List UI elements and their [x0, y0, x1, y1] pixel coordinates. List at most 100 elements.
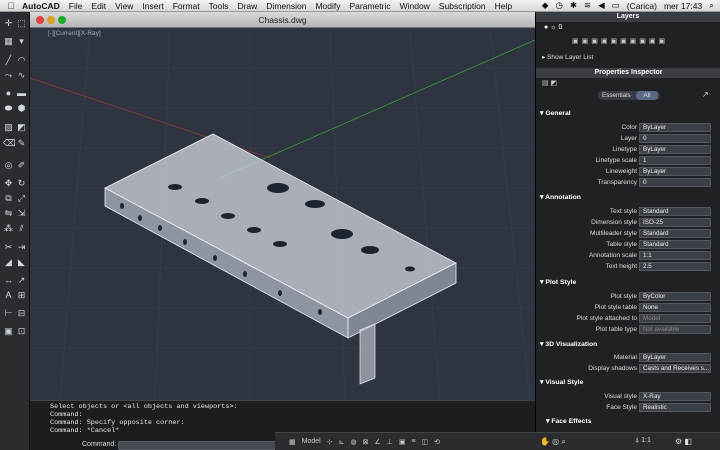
prop-table-style-value[interactable]: Standard [639, 240, 711, 249]
move-cross-icon[interactable]: ✛ [3, 18, 14, 29]
menu-parametric[interactable]: Parametric [350, 1, 391, 11]
erase-icon[interactable]: ⌫ [3, 138, 16, 149]
trim-icon[interactable]: ✂ [3, 242, 14, 253]
select-icon[interactable]: ⬚ [16, 18, 27, 29]
offset-icon[interactable]: ⫽ [16, 223, 27, 234]
polygon-icon[interactable]: ⬢ [16, 103, 27, 114]
chassis-model[interactable] [104, 133, 457, 385]
ucs-icon[interactable]: ⊥ [387, 438, 393, 446]
hatch-icon[interactable]: ▨ [3, 122, 14, 133]
transparency-icon[interactable]: ◫ [422, 438, 429, 446]
line-icon[interactable]: ╱ [3, 55, 14, 66]
section-annotation[interactable]: ▾ Annotation [540, 193, 581, 201]
inspector-view-icons[interactable]: ▤ ◩ [542, 79, 557, 87]
section-visual-style[interactable]: ▾ Visual Style [540, 378, 583, 386]
workspace-icon[interactable]: ⚙ ◧ [675, 437, 692, 446]
menu-modify[interactable]: Modify [315, 1, 340, 11]
arc-icon[interactable]: ◠ [16, 55, 27, 66]
menu-app-autocad[interactable]: AutoCAD [22, 1, 60, 11]
layer-tools-row[interactable]: ▣▣▣▣▣▣▣▣▣▣ [572, 37, 668, 45]
show-layer-list[interactable]: ▸ Show Layer List [542, 53, 593, 61]
menu-subscription[interactable]: Subscription [439, 1, 486, 11]
menu-file[interactable]: File [69, 1, 83, 11]
array-icon[interactable]: ⁂ [3, 223, 14, 234]
section-face-effects[interactable]: ▾ Face Effects [546, 417, 591, 425]
osnap-icon[interactable]: ⊠ [363, 438, 369, 446]
drawing-canvas[interactable] [30, 28, 535, 400]
prop-transparency-value[interactable]: 0 [639, 178, 711, 187]
lineweight-icon[interactable]: ≡ [411, 438, 415, 445]
tab-essentials[interactable]: Essentials [598, 92, 631, 99]
prop-lineweight-value[interactable]: ByLayer [639, 167, 711, 176]
tab-all[interactable]: All [636, 91, 658, 100]
zoom-window-button[interactable] [58, 16, 66, 24]
viewport-controls-label[interactable]: [-][Current][X-Ray] [48, 30, 101, 37]
region-icon[interactable]: ◎ [3, 160, 14, 171]
grid-toggle-icon[interactable]: ▦ [289, 438, 296, 446]
pencil-icon[interactable]: ✎ [16, 138, 27, 149]
otrack-icon[interactable]: ∠ [374, 438, 380, 446]
prop-ltscale-value[interactable]: 1 [639, 156, 711, 165]
battery-icon[interactable]: ▭ [612, 0, 620, 11]
rectangle-icon[interactable]: ▬ [16, 88, 27, 99]
prop-anno-scale-value[interactable]: 1:1 [639, 251, 711, 260]
prop-text-height-value[interactable]: 2.5 [639, 262, 711, 271]
gradient-icon[interactable]: ◩ [16, 122, 27, 133]
close-window-button[interactable] [36, 16, 44, 24]
extend-icon[interactable]: ⇥ [16, 242, 27, 253]
insert-block-icon[interactable]: ⊡ [16, 326, 27, 337]
text-icon[interactable]: A [3, 290, 14, 301]
apple-menu-icon[interactable]:  [0, 1, 22, 11]
minimize-window-button[interactable] [47, 16, 55, 24]
viewport-navigation-icon[interactable]: ✋ ◎ ⌕ [540, 437, 566, 447]
mirror-icon[interactable]: ⇋ [3, 208, 14, 219]
selection-cycling-icon[interactable]: ⟲ [434, 438, 440, 446]
section-general[interactable]: ▾ General [540, 109, 571, 117]
menu-tools[interactable]: Tools [209, 1, 229, 11]
circle-icon[interactable]: ● [3, 88, 14, 99]
grip-icon[interactable]: ▦ [3, 36, 14, 47]
annotation-scale[interactable]: ⍋ 1:1 [635, 437, 651, 445]
prop-material-value[interactable]: ByLayer [639, 353, 711, 362]
prop-plot-style-value[interactable]: ByColor [639, 292, 711, 301]
spline-icon[interactable]: ∿ [16, 70, 27, 81]
drawing-viewport[interactable]: [-][Current][X-Ray] [30, 28, 535, 400]
menu-window[interactable]: Window [400, 1, 430, 11]
ortho-icon[interactable]: ⊾ [339, 438, 345, 446]
rotate-icon[interactable]: ↻ [16, 178, 27, 189]
bluetooth-icon[interactable]: ✱ [570, 0, 577, 11]
table-icon[interactable]: ⊞ [16, 290, 27, 301]
chamfer-icon[interactable]: ◣ [16, 257, 27, 268]
prop-layer-value[interactable]: 0 [639, 134, 711, 143]
spotlight-icon[interactable]: ⌕ [709, 0, 714, 11]
menu-dimension[interactable]: Dimension [266, 1, 306, 11]
prop-face-style-value[interactable]: Realistic [639, 403, 711, 412]
prop-mleader-value[interactable]: Standard [639, 229, 711, 238]
copy-icon[interactable]: ⧉ [3, 193, 14, 204]
block-icon[interactable]: ▣ [3, 326, 14, 337]
section-plot-style[interactable]: ▾ Plot Style [540, 278, 576, 286]
snap-icon[interactable]: ⊹ [327, 438, 333, 446]
leader-icon[interactable]: ↗ [16, 275, 27, 286]
prop-dim-style-value[interactable]: ISO-25 [639, 218, 711, 227]
volume-icon[interactable]: ◀ [598, 0, 605, 11]
menu-help[interactable]: Help [495, 1, 512, 11]
prop-visual-style-value[interactable]: X-Ray [639, 392, 711, 401]
menu-insert[interactable]: Insert [142, 1, 163, 11]
pick-add-icon[interactable]: ↗ [702, 90, 709, 99]
scale-icon[interactable]: ⤢ [16, 193, 27, 204]
layout-icon[interactable]: ⊟ [16, 308, 27, 319]
dimension-icon[interactable]: ↔ [3, 275, 14, 286]
polar-icon[interactable]: ◍ [350, 438, 356, 446]
dynamic-input-icon[interactable]: ▣ [399, 438, 406, 446]
menu-edit[interactable]: Edit [91, 1, 106, 11]
expand-icon[interactable]: ▾ [16, 36, 27, 47]
prop-plot-table-value[interactable]: None [639, 303, 711, 312]
dropbox-icon[interactable]: ◆ [542, 0, 549, 11]
measure-icon[interactable]: ⊢ [3, 308, 14, 319]
command-input[interactable] [118, 441, 276, 450]
prop-text-style-value[interactable]: Standard [639, 207, 711, 216]
menu-view[interactable]: View [115, 1, 133, 11]
current-layer[interactable]: ● ☼ 0 [544, 24, 562, 31]
stretch-icon[interactable]: ⇲ [16, 208, 27, 219]
